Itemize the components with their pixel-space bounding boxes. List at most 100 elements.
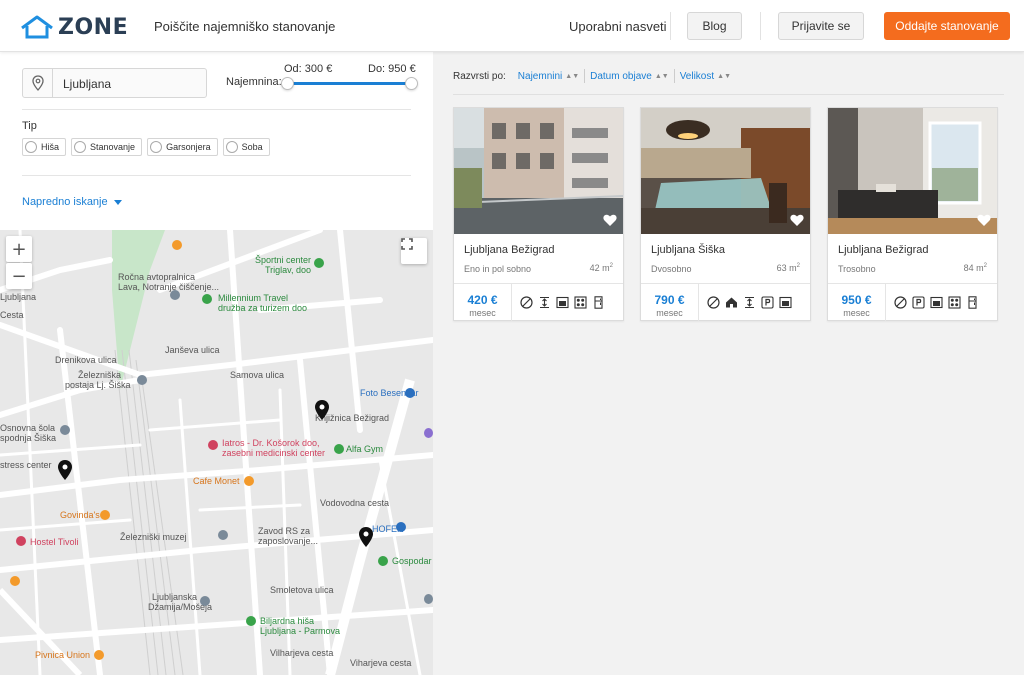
map-pin-icon (31, 75, 44, 91)
stove-icon (948, 296, 961, 309)
price-box: 950 € mesec (828, 284, 886, 321)
divider (760, 12, 761, 40)
sport-poi-icon (314, 258, 324, 268)
blog-button[interactable]: Blog (687, 12, 742, 40)
filter-panel: Ljubljana Najemnina: Od: 300 € Do: 950 €… (0, 52, 433, 230)
list-apartment-button[interactable]: Oddajte stanovanje (884, 12, 1010, 40)
elevator-icon (745, 296, 754, 309)
type-option-room[interactable]: Soba (222, 138, 270, 156)
zoom-out-button[interactable]: − (6, 263, 32, 289)
zoom-in-button[interactable]: + (6, 236, 32, 262)
area-value: 63 m (776, 263, 797, 273)
elevator-icon (540, 296, 549, 309)
type-label: Stanovanje (90, 142, 136, 152)
school-poi-icon (60, 425, 70, 435)
price-period: mesec (843, 308, 870, 318)
favorite-heart-icon[interactable] (790, 214, 804, 227)
shop-poi-icon (405, 388, 415, 398)
poi-icon (424, 594, 433, 604)
listing-location[interactable]: Ljubljana Bežigrad (464, 244, 555, 256)
map[interactable]: + − Ročna avtopralnica Lava, Notranje či… (0, 230, 433, 675)
listing-photo[interactable] (454, 108, 623, 234)
listing-card[interactable]: Ljubljana Bežigrad Eno in pol sobno 42 m… (453, 107, 624, 321)
logo[interactable]: ZONE (20, 12, 128, 42)
station-poi-icon (137, 375, 147, 385)
favorite-heart-icon[interactable] (977, 214, 991, 227)
listing-card[interactable]: Ljubljana Šiška Dvosobno 63 m2 790 € mes… (640, 107, 811, 321)
oven-icon (556, 296, 569, 309)
oven-icon (930, 296, 943, 309)
listing-location[interactable]: Ljubljana Bežigrad (838, 244, 929, 256)
map-label: spodnja Šiška (0, 433, 57, 443)
listing-pin-icon[interactable] (359, 527, 373, 547)
food-poi-icon (10, 576, 20, 586)
oven-icon (779, 296, 792, 309)
gym-poi-icon (334, 444, 344, 454)
restaurant-poi-icon (100, 510, 110, 520)
house-logo-icon (21, 15, 53, 39)
favorite-heart-icon[interactable] (603, 214, 617, 227)
area-unit: 2 (796, 263, 800, 269)
map-label: Železniška (78, 370, 122, 380)
poi-markers (170, 240, 433, 675)
no-pets-icon (707, 296, 720, 309)
listing-card[interactable]: Ljubljana Bežigrad Trosobno 84 m2 950 € … (827, 107, 998, 321)
type-options: Hiša Stanovanje Garsonjera Soba (22, 138, 270, 156)
divider (22, 175, 411, 176)
listing-price: 420 € (467, 293, 498, 307)
location-value: Ljubljana (63, 77, 112, 91)
listing-pin-icon[interactable] (315, 400, 329, 420)
parking-icon (761, 296, 774, 309)
feature-icons (520, 296, 605, 309)
sort-by-rent[interactable]: Najemnini ▲▼ (518, 71, 579, 82)
radio-icon (150, 141, 163, 153)
rent-slider-min-handle[interactable] (281, 77, 294, 90)
sort-by-date[interactable]: Datum objave ▲▼ (590, 71, 669, 82)
sort-bar: Razvrsti po: Najemnini ▲▼ Datum objave ▲▼ … (453, 69, 731, 83)
pub-poi-icon (94, 650, 104, 660)
rent-label: Najemnina: (226, 76, 282, 88)
listing-rooms: Dvosobno (651, 264, 692, 274)
feature-icons (707, 296, 792, 309)
price-period: mesec (656, 308, 683, 318)
login-button[interactable]: Prijavite se (778, 12, 864, 40)
listing-photo[interactable] (828, 108, 997, 234)
poi-icon (424, 428, 433, 438)
rent-slider-max-handle[interactable] (405, 77, 418, 90)
poi-icon (170, 290, 180, 300)
sort-by-size[interactable]: Velikost ▲▼ (680, 71, 731, 82)
area-unit: 2 (983, 263, 987, 269)
divider (670, 12, 671, 40)
map-label: Pivnica Union (35, 650, 91, 660)
divider (453, 94, 1004, 95)
cafe-poi-icon (244, 476, 254, 486)
map-label: Govinda's (60, 510, 100, 520)
type-option-house[interactable]: Hiša (22, 138, 67, 156)
listing-footer: 420 € mesec (454, 283, 623, 321)
rent-from-value: Od: 300 € (284, 63, 333, 75)
area-value: 42 m (589, 263, 610, 273)
listing-area: 63 m2 (777, 263, 800, 273)
feature-icons (894, 296, 979, 309)
rent-slider-track[interactable] (286, 82, 412, 85)
divider (584, 69, 586, 83)
tips-link[interactable]: Uporabni nasveti (569, 19, 667, 34)
price-period: mesec (469, 308, 496, 318)
store-poi-icon (378, 556, 388, 566)
map-label: Cesta (0, 310, 24, 320)
type-option-apartment[interactable]: Stanovanje (71, 138, 143, 156)
listing-footer: 950 € mesec (828, 283, 997, 321)
advanced-search-toggle[interactable]: Napredno iskanje (22, 196, 122, 208)
sort-option-label: Velikost (679, 70, 715, 82)
listing-rooms: Trosobno (838, 264, 876, 274)
map-label: Drenikova ulica (55, 355, 117, 365)
listing-location[interactable]: Ljubljana Šiška (651, 244, 725, 256)
no-pets-icon (520, 296, 533, 309)
listing-pin-icon[interactable] (58, 460, 72, 480)
bedroom-photo (828, 108, 997, 234)
kitchen-photo (641, 108, 810, 234)
location-icon-box (23, 69, 53, 97)
type-option-studio[interactable]: Garsonjera (147, 138, 218, 156)
location-input[interactable]: Ljubljana (22, 68, 207, 98)
listing-photo[interactable] (641, 108, 810, 234)
